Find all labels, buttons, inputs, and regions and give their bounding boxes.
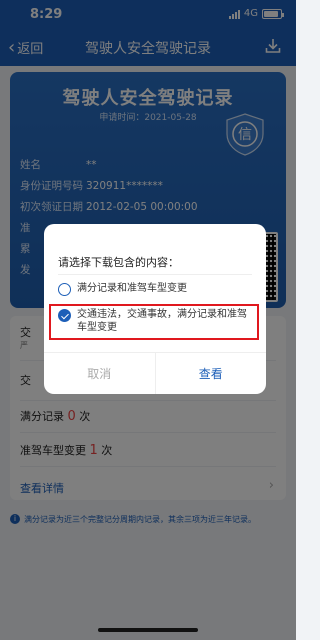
radio-unchecked-icon[interactable] [58, 283, 71, 296]
dialog-buttons: 取消 查看 [44, 352, 266, 394]
option-label: 满分记录和准驾车型变更 [77, 283, 187, 294]
modal-overlay[interactable]: 请选择下载包含的内容： 满分记录和准驾车型变更 交通违法，交通事故，满分记录和准… [0, 0, 296, 640]
home-indicator [98, 628, 198, 632]
download-options-dialog: 请选择下载包含的内容： 满分记录和准驾车型变更 交通违法，交通事故，满分记录和准… [44, 224, 266, 394]
divider [58, 274, 252, 275]
option-all-records[interactable]: 交通违法，交通事故，满分记录和准驾车型变更 [58, 308, 256, 334]
radio-checked-icon[interactable] [58, 309, 71, 322]
option-label: 交通违法，交通事故，满分记录和准驾车型变更 [77, 309, 247, 333]
cancel-button[interactable]: 取消 [44, 353, 156, 394]
option-full-score-and-vehicle[interactable]: 满分记录和准驾车型变更 [58, 282, 256, 296]
view-button[interactable]: 查看 [156, 353, 267, 394]
dialog-title: 请选择下载包含的内容： [58, 256, 179, 269]
